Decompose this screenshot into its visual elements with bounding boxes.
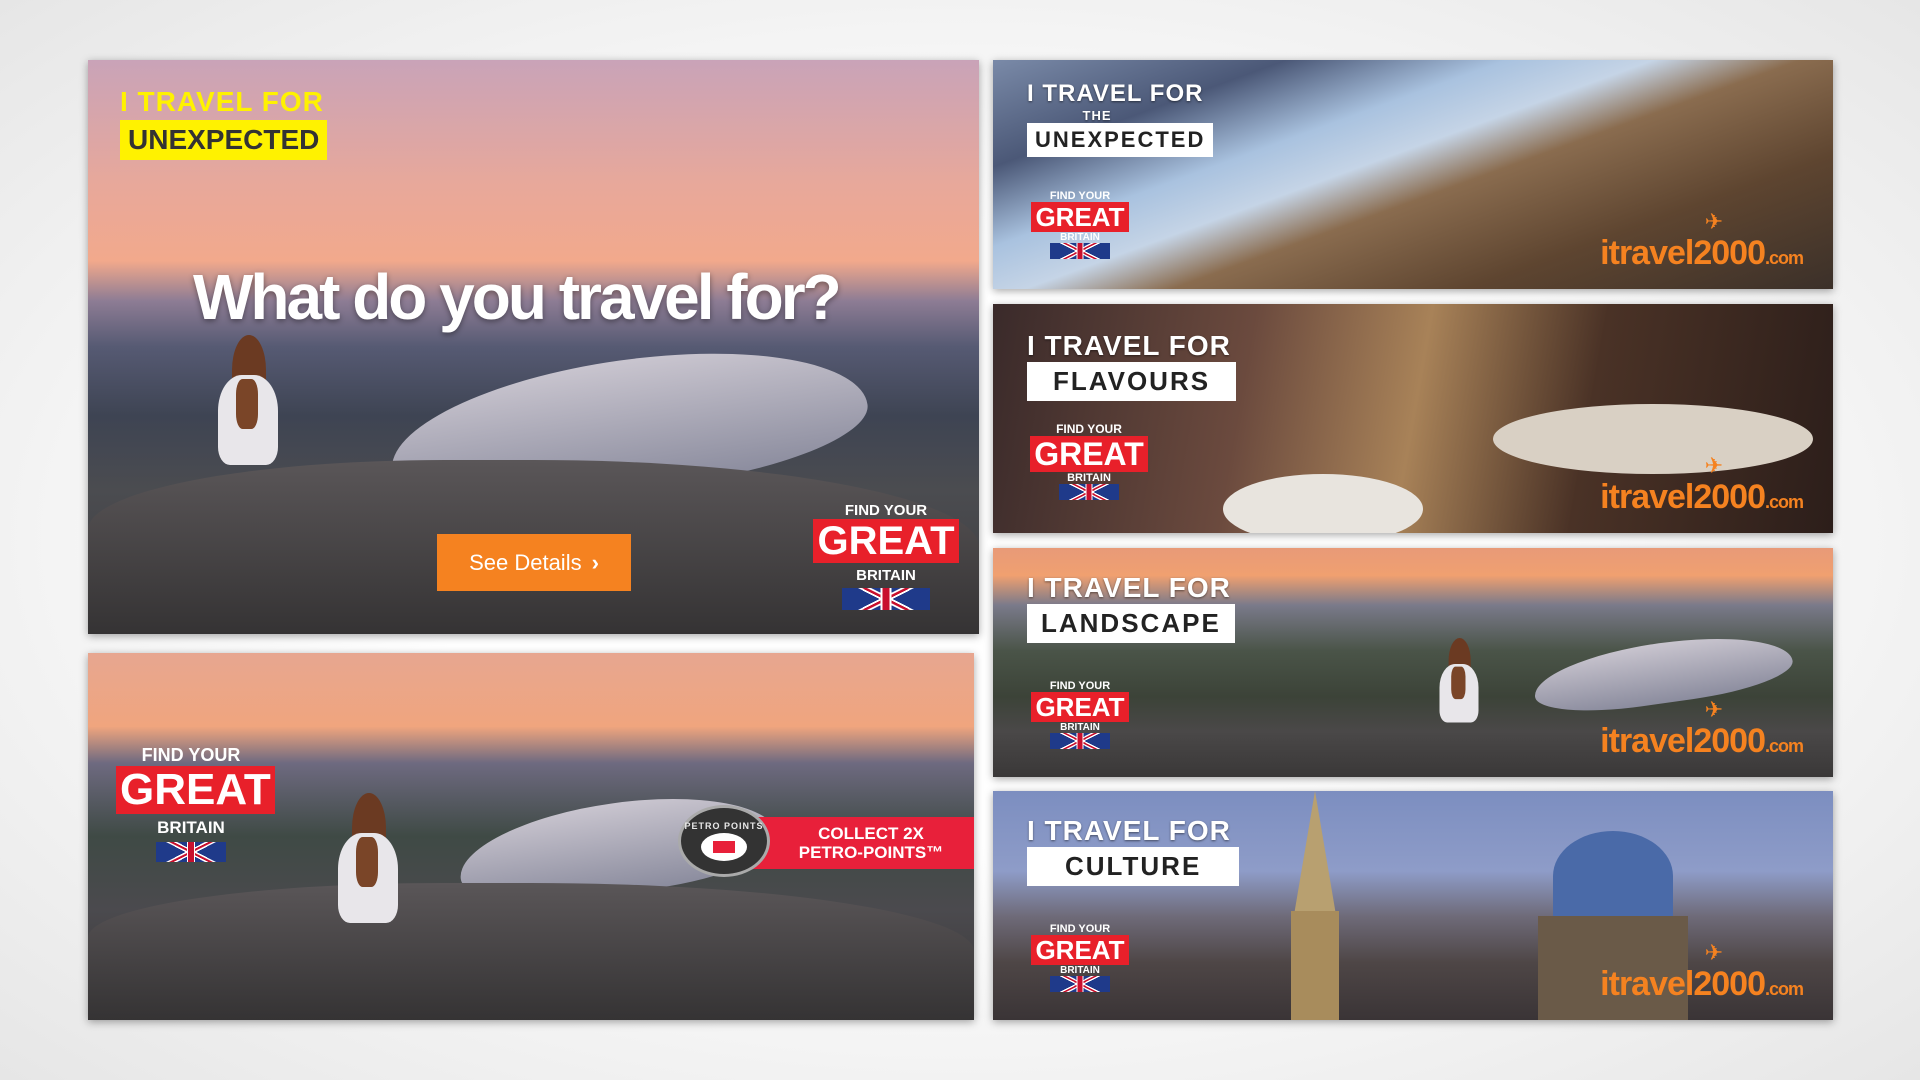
girl-figure [1433,638,1485,736]
promo-line-1: COLLECT 2X [818,824,924,843]
girl-figure [208,335,288,485]
petro-points-ad: FIND YOUR GREAT BRITAIN COLLECT 2X PETRO… [88,653,974,1020]
lake-image [1530,625,1796,721]
britain-text: BRITAIN [856,567,916,584]
cta-label: See Details [469,549,582,575]
britain-text: BRITAIN [157,818,225,837]
airplane-icon: ✈ [1704,209,1723,234]
see-details-button[interactable]: See Details › [437,534,631,591]
rock-image [88,883,974,1020]
tag-word: FLAVOURS [1027,362,1237,401]
chevron-right-icon: › [591,549,599,575]
great-text: GREAT [1030,436,1148,472]
tag-line: I TRAVEL FOR [120,86,324,117]
tag-word: LANDSCAPE [1027,604,1235,643]
union-jack-flag-icon [842,588,930,610]
britain-text: BRITAIN [1060,965,1100,976]
tag-line: I TRAVEL FOR [1027,80,1204,107]
union-jack-flag-icon [1050,976,1110,992]
plate-image [1223,474,1423,533]
spire-tower [1291,911,1339,1020]
petro-logo-text: PETRO POINTS [684,821,764,831]
tag-word: UNEXPECTED [120,120,328,160]
banner-unexpected: I TRAVEL FOR THE UNEXPECTED FIND YOUR GR… [993,60,1833,289]
find-your-text: FIND YOUR [844,502,928,519]
promo-line-2: PETRO-POINTS™ [798,843,944,862]
tagline: I TRAVEL FOR FLAVOURS [1027,330,1237,401]
find-your-text: FIND YOUR [1056,422,1122,436]
find-your-great-britain-logo: FIND YOUR GREAT BRITAIN [116,745,275,867]
tag-sub: THE [1082,108,1112,123]
tag-word: UNEXPECTED [1027,123,1214,157]
airplane-icon: ✈ [1704,697,1723,722]
tag-line: I TRAVEL FOR [1027,572,1231,603]
find-your-great-britain-logo: FIND YOUR GREAT BRITAIN [1027,422,1151,505]
headline: What do you travel for? [193,261,842,333]
tag-line: I TRAVEL FOR [1027,330,1231,361]
union-jack-flag-icon [1050,243,1110,259]
banner-landscape: I TRAVEL FOR LANDSCAPE FIND YOUR GREAT B… [993,548,1833,777]
tag-line: I TRAVEL FOR [1027,815,1231,846]
itravel2000-logo[interactable]: itravel2000.com [1600,234,1804,273]
tagline: I TRAVEL FOR CULTURE [1027,815,1240,886]
find-your-great-britain-logo: FIND YOUR GREAT BRITAIN [1027,923,1133,997]
itravel2000-logo[interactable]: itravel2000.com [1600,965,1804,1004]
dome-image [1553,831,1673,921]
find-your-great-britain-logo: FIND YOUR GREAT BRITAIN [1027,190,1133,264]
plate-image [1493,404,1813,474]
logo-text: itravel2000 [1600,234,1766,272]
great-text: GREAT [1031,202,1129,232]
britain-text: BRITAIN [1060,722,1100,733]
logo-text: itravel2000 [1600,965,1766,1003]
banner-flavours: I TRAVEL FOR FLAVOURS FIND YOUR GREAT BR… [993,304,1833,533]
find-your-great-britain-logo: FIND YOUR GREAT BRITAIN [1027,680,1133,754]
find-your-text: FIND YOUR [1049,923,1111,935]
great-text: GREAT [116,766,275,814]
great-text: GREAT [1031,935,1129,965]
tag-word: CULTURE [1027,847,1240,886]
main-ad: I TRAVEL FOR UNEXPECTED What do you trav… [88,60,979,634]
promo-banner: COLLECT 2X PETRO-POINTS™ [748,817,974,869]
logo-suffix: .com [1764,736,1804,756]
britain-text: BRITAIN [1067,472,1111,484]
britain-text: BRITAIN [1060,232,1100,243]
great-text: GREAT [1031,692,1129,722]
logo-suffix: .com [1764,248,1804,268]
logo-suffix: .com [1764,492,1804,512]
great-text: GREAT [813,519,959,563]
union-jack-flag-icon [1059,484,1119,500]
logo-text: itravel2000 [1600,722,1766,760]
airplane-icon: ✈ [1704,453,1723,478]
girl-figure [328,793,408,943]
tagline: I TRAVEL FOR LANDSCAPE [1027,572,1235,643]
petro-points-logo: PETRO POINTS [678,805,770,877]
logo-suffix: .com [1764,979,1804,999]
airplane-icon: ✈ [1704,940,1723,965]
find-your-text: FIND YOUR [1049,190,1111,202]
tagline: I TRAVEL FOR UNEXPECTED [120,86,328,160]
union-jack-flag-icon [1050,733,1110,749]
find-your-great-britain-logo: FIND YOUR GREAT BRITAIN [811,502,961,615]
itravel2000-logo[interactable]: itravel2000.com [1600,478,1804,517]
logo-text: itravel2000 [1600,478,1766,516]
spire-image [1293,791,1337,921]
union-jack-flag-icon [156,842,226,862]
find-your-text: FIND YOUR [141,745,241,765]
find-your-text: FIND YOUR [1049,680,1111,692]
tagline: I TRAVEL FOR THE UNEXPECTED [1027,80,1214,157]
banner-culture: I TRAVEL FOR CULTURE FIND YOUR GREAT BRI… [993,791,1833,1020]
itravel2000-logo[interactable]: itravel2000.com [1600,722,1804,761]
